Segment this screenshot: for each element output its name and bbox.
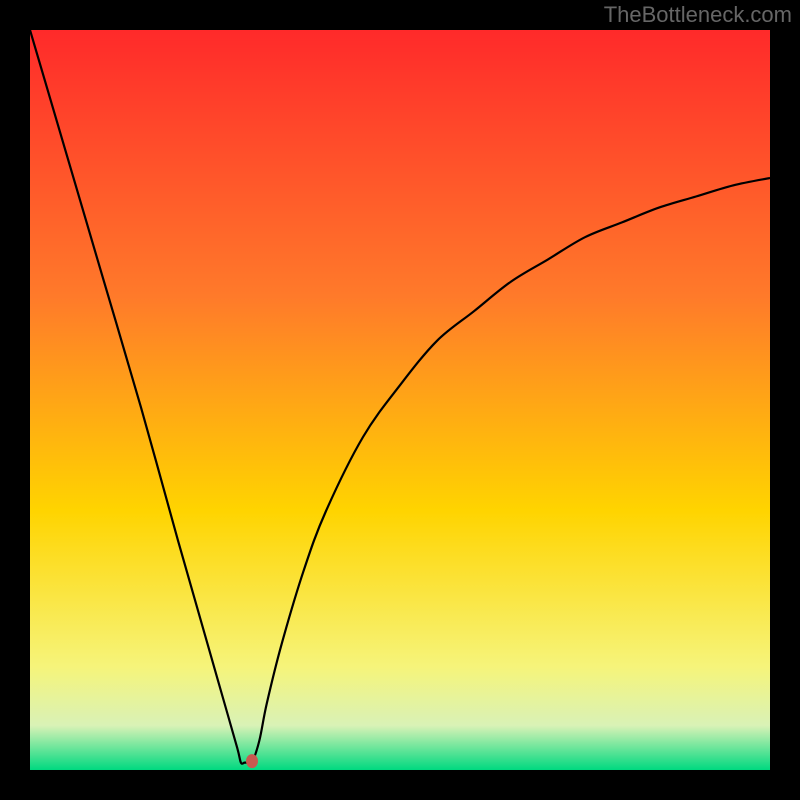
watermark-text: TheBottleneck.com [604,2,792,28]
plot-svg [30,30,770,770]
marker-dot [246,754,258,768]
plot-area [30,30,770,770]
gradient-background [30,30,770,770]
chart-outer-frame: TheBottleneck.com [0,0,800,800]
